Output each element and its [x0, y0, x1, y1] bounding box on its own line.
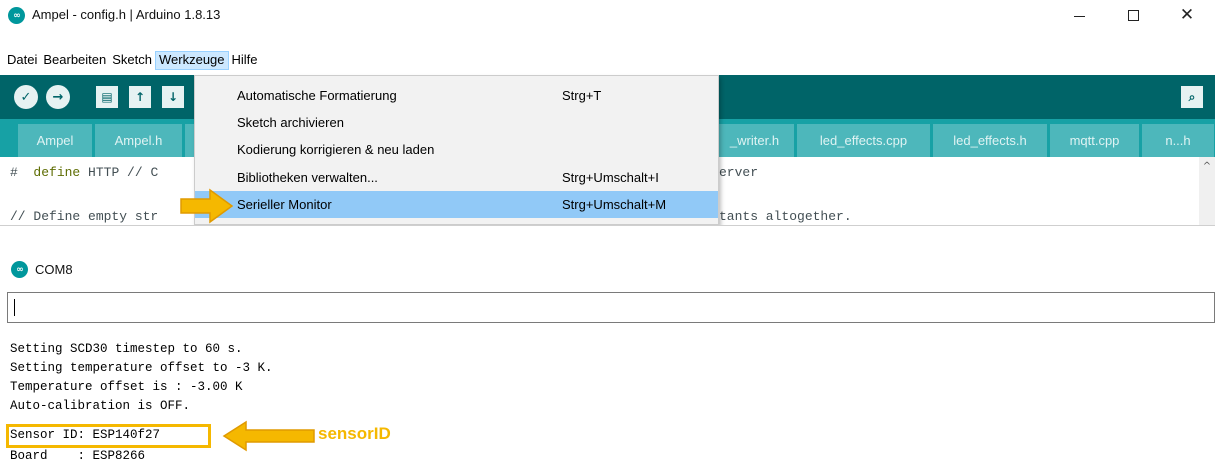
upload-button[interactable]: → — [46, 85, 70, 109]
output-line: Temperature offset is : -3.00 K — [10, 380, 243, 394]
minimize-button[interactable] — [1056, 0, 1102, 30]
tab-led-effects-cpp[interactable]: led_effects.cpp — [797, 124, 931, 157]
window-title: Ampel - config.h | Arduino 1.8.13 — [32, 7, 221, 22]
code-line-1: # define HTTP // C — [10, 165, 159, 180]
output-line: Setting SCD30 timestep to 60 s. — [10, 342, 243, 356]
menu-werkzeuge[interactable]: Werkzeuge — [155, 51, 229, 70]
menu-datei[interactable]: Datei — [4, 51, 40, 70]
tab-mqtt-cpp[interactable]: mqtt.cpp — [1050, 124, 1140, 157]
menu-item-auto-format[interactable]: Automatische Formatierung Strg+T — [195, 82, 718, 109]
sensor-id-annotation-label: sensorID — [318, 424, 391, 443]
tab-writer-h[interactable]: _writer.h — [715, 124, 795, 157]
serial-monitor-button[interactable]: ⌕ — [1181, 86, 1203, 108]
menu-item-fix-encoding[interactable]: Kodierung korrigieren & neu laden — [195, 136, 718, 163]
close-icon: ✕ — [1179, 5, 1195, 25]
annotation-arrow-sensor-id — [222, 420, 315, 452]
scroll-up-arrow-icon[interactable]: ^ — [1199, 161, 1215, 175]
tab-led-effects-h[interactable]: led_effects.h — [933, 124, 1048, 157]
arrow-left-icon — [222, 420, 315, 452]
title-bar: ∞ Ampel - config.h | Arduino 1.8.13 ✕ — [0, 0, 1215, 30]
close-button[interactable]: ✕ — [1164, 0, 1210, 30]
new-file-icon: ▤ — [101, 90, 113, 104]
tab-ampel-h[interactable]: Ampel.h — [95, 124, 183, 157]
arrow-up-icon: ↑ — [134, 90, 146, 104]
tab-ampel[interactable]: Ampel — [18, 124, 93, 157]
menu-item-serial-monitor[interactable]: Serieller Monitor Strg+Umschalt+M — [195, 191, 718, 218]
menu-bar: Datei Bearbeiten Sketch Werkzeuge Hilfe — [0, 50, 1215, 71]
code-line-1-tail: erver — [719, 165, 759, 180]
verify-button[interactable]: ✓ — [14, 85, 38, 109]
open-button[interactable]: ↑ — [129, 86, 151, 108]
annotation-arrow-menu — [180, 188, 234, 224]
checkmark-icon: ✓ — [20, 89, 32, 105]
tab-more[interactable]: n...h — [1142, 124, 1215, 157]
menu-hilfe[interactable]: Hilfe — [229, 51, 261, 70]
output-line: Auto-calibration is OFF. — [10, 399, 191, 413]
arrow-right-icon: → — [52, 89, 64, 105]
output-line: Board : ESP8266 — [10, 449, 146, 463]
save-button[interactable]: ↓ — [162, 86, 184, 108]
arrow-right-icon — [180, 188, 234, 224]
sensor-id-highlight-box — [6, 424, 211, 448]
code-line-2: // Define empty str — [10, 209, 159, 224]
tools-dropdown-menu: Automatische Formatierung Strg+T Sketch … — [194, 75, 719, 225]
maximize-button[interactable] — [1110, 0, 1156, 30]
output-line: Setting temperature offset to -3 K. — [10, 361, 273, 375]
serial-input-field[interactable] — [7, 292, 1215, 323]
arduino-logo-icon: ∞ — [8, 7, 25, 24]
new-sketch-button[interactable]: ▤ — [96, 86, 118, 108]
menu-sketch[interactable]: Sketch — [109, 51, 155, 70]
minimize-icon — [1073, 15, 1085, 17]
text-caret — [14, 299, 15, 316]
serial-monitor-logo-icon: ∞ — [11, 261, 28, 278]
menu-item-archive-sketch[interactable]: Sketch archivieren — [195, 109, 718, 136]
arrow-down-icon: ↓ — [167, 90, 179, 104]
menu-item-manage-libraries[interactable]: Bibliotheken verwalten... Strg+Umschalt+… — [195, 164, 718, 191]
maximize-icon — [1127, 9, 1139, 21]
code-line-2-tail: tants altogether. — [719, 209, 852, 224]
serial-monitor-title: COM8 — [35, 262, 73, 277]
magnifier-icon: ⌕ — [1188, 89, 1196, 104]
menu-bearbeiten[interactable]: Bearbeiten — [40, 51, 109, 70]
